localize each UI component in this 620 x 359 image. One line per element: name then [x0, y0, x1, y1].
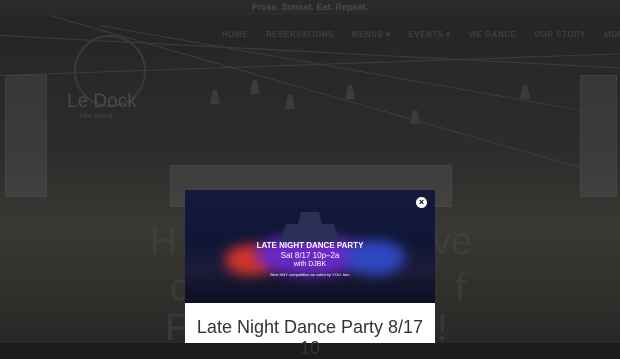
- main-navigation: HOME RESERVATIONS MENUS ▾ EVENTS ▾ WE DA…: [222, 30, 620, 39]
- nav-item-more[interactable]: MORE ▾: [604, 30, 620, 39]
- hero-headline-fragment: !: [437, 307, 448, 343]
- pendant-lamp: [410, 110, 420, 124]
- hero-headline-fragment: ve: [432, 221, 473, 263]
- nav-item-we-dance[interactable]: WE DANCE: [469, 30, 517, 39]
- flyer-date: Sat 8/17 10p–2a: [280, 251, 340, 260]
- nav-item-our-story[interactable]: OUR STORY: [534, 30, 586, 39]
- pendant-lamp: [520, 85, 530, 99]
- nav-item-events[interactable]: EVENTS ▾: [408, 30, 450, 39]
- tagline: Frose. Sunset. Eat. Repeat.: [251, 2, 369, 12]
- pendant-lamp: [285, 95, 295, 109]
- logo-name: Le Dock: [67, 91, 137, 112]
- pendant-lamp: [210, 90, 220, 104]
- flyer-fineprint: Best NNY competition as voted by YOU. fa…: [270, 272, 350, 277]
- nav-item-reservations[interactable]: RESERVATIONS: [266, 30, 334, 39]
- building-silhouette: [280, 212, 340, 242]
- pendant-lamp: [250, 80, 260, 94]
- logo-subtitle: Fire Island: [80, 113, 113, 120]
- event-flyer-image: LATE NIGHT DANCE PARTY Sat 8/17 10p–2a w…: [185, 190, 435, 304]
- window: [580, 75, 617, 197]
- nav-item-home[interactable]: HOME: [222, 30, 248, 39]
- flyer-dj: with DJBK: [293, 261, 327, 268]
- window: [5, 75, 47, 197]
- top-announcement-bar: Frose. Sunset. Eat. Repeat.: [0, 0, 620, 15]
- modal-heading-continued: 10: [299, 338, 321, 358]
- hero-headline-fragment: H: [150, 221, 178, 263]
- modal-heading: Late Night Dance Party 8/17: [196, 317, 424, 337]
- flyer-title: LATE NIGHT DANCE PARTY: [256, 241, 364, 250]
- nav-item-menus[interactable]: MENUS ▾: [352, 30, 391, 39]
- close-icon[interactable]: ×: [416, 197, 427, 208]
- event-modal-card: Late Night Dance Party 8/17 10: [185, 303, 435, 358]
- pendant-lamp: [345, 85, 355, 99]
- site-logo[interactable]: Le Dock Fire Island: [62, 35, 157, 125]
- hero-headline-fragment: f: [455, 267, 466, 309]
